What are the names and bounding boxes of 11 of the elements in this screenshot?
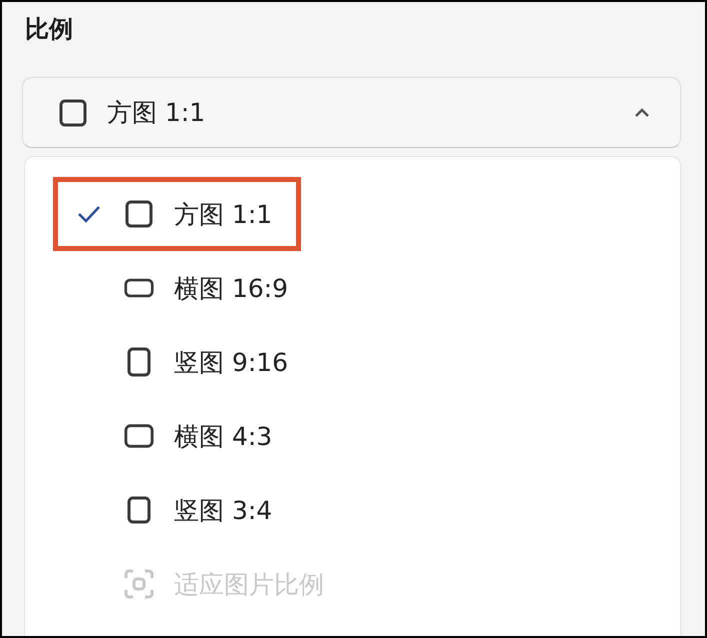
- focus-frame-icon: [124, 569, 154, 599]
- menu-item[interactable]: 横图 4:3: [53, 399, 302, 473]
- menu-item[interactable]: 竖图 9:16: [53, 325, 318, 399]
- section-title: 比例: [25, 14, 74, 45]
- ratio-dropdown[interactable]: 方图 1:1: [22, 77, 681, 148]
- menu-item[interactable]: 方图 1:1: [53, 177, 302, 251]
- rectangle-icon: [124, 423, 154, 449]
- rectangle-icon: [124, 277, 154, 299]
- menu-item[interactable]: 横图 16:9: [53, 251, 318, 325]
- checkmark-icon: [77, 205, 101, 223]
- menu-item[interactable]: 竖图 3:4: [53, 473, 302, 547]
